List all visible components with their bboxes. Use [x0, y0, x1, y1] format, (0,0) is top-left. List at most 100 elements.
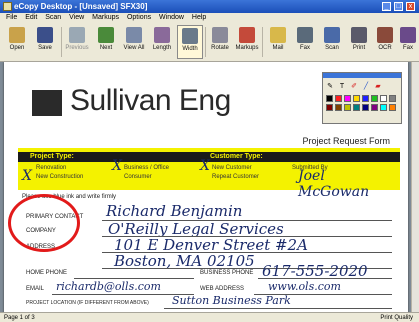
palette-title-bar[interactable]	[323, 73, 401, 78]
home-phone-label: HOME PHONE	[26, 270, 68, 276]
ecopy-window: eCopy Desktop - [Unsaved] SFX30] _ □ x F…	[0, 0, 419, 322]
fax-icon	[297, 27, 313, 43]
color-swatch[interactable]	[353, 95, 360, 102]
menu-file[interactable]: File	[6, 14, 17, 21]
checkmark-x: X	[200, 158, 210, 174]
menu-edit[interactable]: Edit	[25, 14, 37, 21]
save-button[interactable]: Save	[32, 25, 58, 59]
menu-bar: File Edit Scan View Markups Options Wind…	[0, 13, 419, 23]
color-swatch[interactable]	[371, 95, 378, 102]
fax-button[interactable]: Fax	[292, 25, 318, 59]
scan-button[interactable]: Scan	[319, 25, 345, 59]
open-button[interactable]: Open	[4, 25, 30, 59]
save-disk-icon	[37, 27, 53, 43]
toolbar-separator	[205, 27, 206, 57]
new-customer-option: New Customer	[212, 165, 252, 171]
view-all-icon	[126, 27, 142, 43]
close-button[interactable]: x	[406, 2, 415, 11]
width-button[interactable]: Width	[177, 25, 203, 59]
repeat-customer-option: Repeat Customer	[212, 174, 260, 180]
web-address-value: www.ols.com	[268, 280, 341, 293]
checkmark-x: X	[112, 158, 122, 174]
fax-button-2[interactable]: Fax	[398, 25, 418, 59]
checkmark-x: X	[22, 168, 32, 184]
email-value: richardb@olls.com	[56, 280, 161, 293]
renovation-option: Renovation	[36, 165, 67, 171]
business-office-option: Business / Office	[124, 165, 169, 171]
rotate-icon	[212, 27, 228, 43]
email-label: EMAIL	[26, 286, 45, 292]
previous-button[interactable]: Previous	[64, 25, 90, 59]
width-icon	[182, 28, 198, 44]
color-swatch[interactable]	[371, 104, 378, 111]
maximize-button[interactable]: □	[394, 2, 403, 11]
line-tool-icon[interactable]: ╱	[361, 81, 371, 92]
title-bar: eCopy Desktop - [Unsaved] SFX30] _ □ x	[0, 0, 419, 13]
color-swatch[interactable]	[362, 104, 369, 111]
color-swatch[interactable]	[326, 95, 333, 102]
web-address-label: WEB ADDRESS	[200, 286, 245, 292]
next-arrow-icon	[98, 27, 114, 43]
color-swatch[interactable]	[344, 104, 351, 111]
project-location-label: PROJECT LOCATION (if different from abov…	[26, 300, 149, 306]
next-button[interactable]: Next	[93, 25, 119, 59]
field-line	[164, 308, 392, 309]
new-construction-option: New Construction	[36, 174, 84, 180]
customer-type-header: Customer Type:	[210, 153, 263, 160]
project-location-value: Sutton Business Park	[172, 294, 291, 307]
markups-button[interactable]: Markups	[234, 25, 260, 59]
minimize-button[interactable]: _	[382, 2, 391, 11]
text-tool-icon[interactable]: T	[337, 81, 347, 92]
color-swatch[interactable]	[335, 95, 342, 102]
toolbar: Open Save Previous Next View All Length …	[0, 23, 419, 62]
color-swatch[interactable]	[380, 95, 387, 102]
eraser-icon[interactable]: ▰	[373, 81, 383, 92]
menu-options[interactable]: Options	[127, 14, 151, 21]
red-circle-annotation	[8, 194, 80, 252]
form-title: Project Request Form	[302, 136, 390, 146]
color-swatch[interactable]	[380, 104, 387, 111]
logo-text: Sullivan Eng	[70, 84, 231, 117]
vertical-scrollbar[interactable]	[411, 62, 419, 312]
app-icon	[3, 2, 12, 11]
toolbar-separator	[262, 27, 263, 57]
scan-icon	[324, 27, 340, 43]
toolbar-separator	[61, 27, 62, 57]
markup-palette: ✎ T ✐ ╱ ▰	[322, 72, 402, 124]
menu-help[interactable]: Help	[192, 14, 206, 21]
business-phone-label: BUSINESS PHONE	[200, 270, 254, 276]
color-swatch[interactable]	[326, 104, 333, 111]
field-line	[74, 278, 194, 279]
mail-button[interactable]: Mail	[265, 25, 291, 59]
pen-tool-icon[interactable]: ✎	[325, 81, 335, 92]
field-line	[258, 278, 392, 279]
fax-icon	[400, 27, 416, 43]
project-type-header: Project Type:	[30, 153, 74, 160]
view-all-button[interactable]: View All	[121, 25, 147, 59]
highlighter-icon[interactable]: ✐	[349, 81, 359, 92]
previous-arrow-icon	[69, 27, 85, 43]
color-swatch[interactable]	[335, 104, 342, 111]
rotate-button[interactable]: Rotate	[207, 25, 233, 59]
menu-view[interactable]: View	[69, 14, 84, 21]
print-quality-indicator: Print Quality	[380, 315, 413, 321]
color-swatch[interactable]	[389, 104, 396, 111]
menu-scan[interactable]: Scan	[45, 14, 61, 21]
menu-window[interactable]: Window	[159, 14, 184, 21]
color-swatch[interactable]	[344, 95, 351, 102]
color-swatch[interactable]	[389, 95, 396, 102]
color-swatch[interactable]	[353, 104, 360, 111]
menu-markups[interactable]: Markups	[92, 14, 119, 21]
print-button[interactable]: Print	[346, 25, 372, 59]
printer-icon	[351, 27, 367, 43]
page-indicator: Page 1 of 3	[4, 315, 35, 321]
logo-image	[32, 90, 62, 116]
consumer-option: Consumer	[124, 174, 152, 180]
document-viewer[interactable]: Sullivan Eng Project Request Form Projec…	[0, 62, 419, 312]
primary-contact-value: Richard Benjamin	[106, 202, 243, 220]
folder-open-icon	[9, 27, 25, 43]
length-button[interactable]: Length	[149, 25, 175, 59]
length-icon	[154, 27, 170, 43]
color-swatch[interactable]	[362, 95, 369, 102]
ocr-button[interactable]: OCR	[372, 25, 398, 59]
